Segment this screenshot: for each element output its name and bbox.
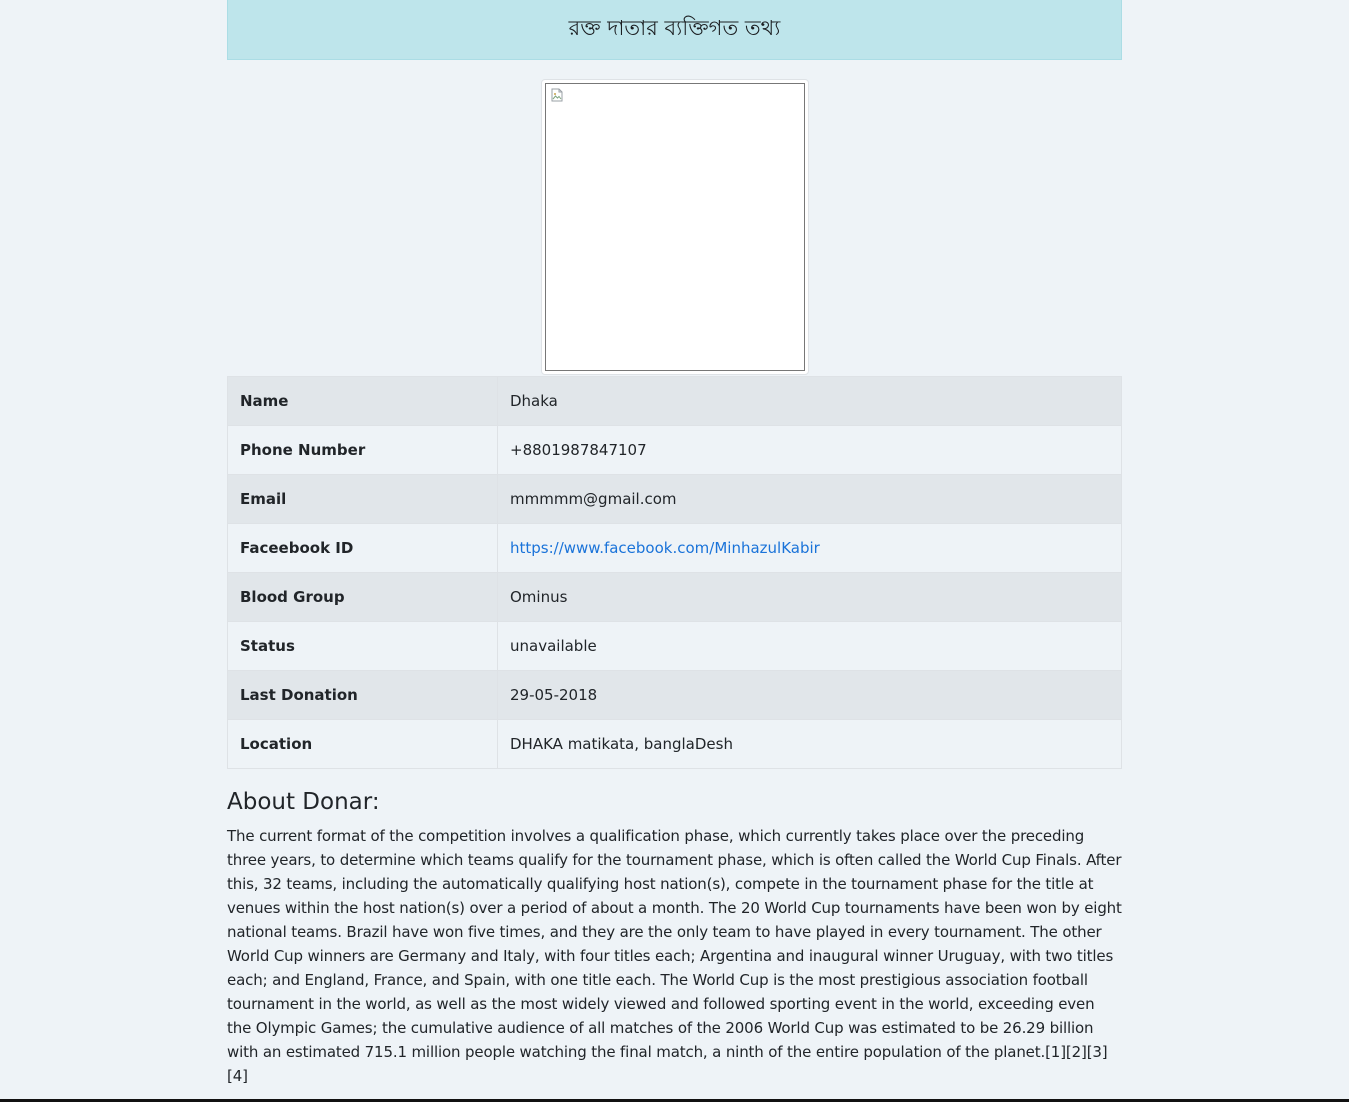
donor-photo [544,83,805,371]
broken-image-icon [551,88,562,102]
donor-profile: রক্ত দাতার ব্যক্তিগত তথ্য Name Dhaka Pho… [227,0,1122,1088]
donor-photo-frame [540,79,809,375]
email-label: Email [227,474,498,524]
table-row: Location DHAKA matikata, banglaDesh [227,719,1122,769]
table-row: Last Donation 29-05-2018 [227,670,1122,720]
photo-container [227,79,1122,375]
phone-value: +8801987847107 [497,425,1122,475]
blood-group-value: Ominus [497,572,1122,622]
table-row: Faceebook ID https://www.facebook.com/Mi… [227,523,1122,573]
status-value: unavailable [497,621,1122,671]
location-value: DHAKA matikata, banglaDesh [497,719,1122,769]
status-label: Status [227,621,498,671]
name-value: Dhaka [497,376,1122,426]
location-label: Location [227,719,498,769]
about-text: The current format of the competition in… [227,827,1122,1085]
facebook-link[interactable]: https://www.facebook.com/MinhazulKabir [510,539,820,557]
page-title: রক্ত দাতার ব্যক্তিগত তথ্য [568,16,781,40]
table-row: Email mmmmm@gmail.com [227,474,1122,524]
table-row: Phone Number +8801987847107 [227,425,1122,475]
table-row: Status unavailable [227,621,1122,671]
last-donation-label: Last Donation [227,670,498,720]
blood-group-label: Blood Group [227,572,498,622]
page-header: রক্ত দাতার ব্যক্তিগত তথ্য [227,0,1122,60]
table-row: Name Dhaka [227,376,1122,426]
phone-label: Phone Number [227,425,498,475]
facebook-value-cell: https://www.facebook.com/MinhazulKabir [497,523,1122,573]
last-donation-value: 29-05-2018 [497,670,1122,720]
donor-info-table: Name Dhaka Phone Number +8801987847107 E… [227,376,1122,769]
facebook-label: Faceebook ID [227,523,498,573]
email-value: mmmmm@gmail.com [497,474,1122,524]
about-title: About Donar: [227,789,380,815]
name-label: Name [227,376,498,426]
table-row: Blood Group Ominus [227,572,1122,622]
